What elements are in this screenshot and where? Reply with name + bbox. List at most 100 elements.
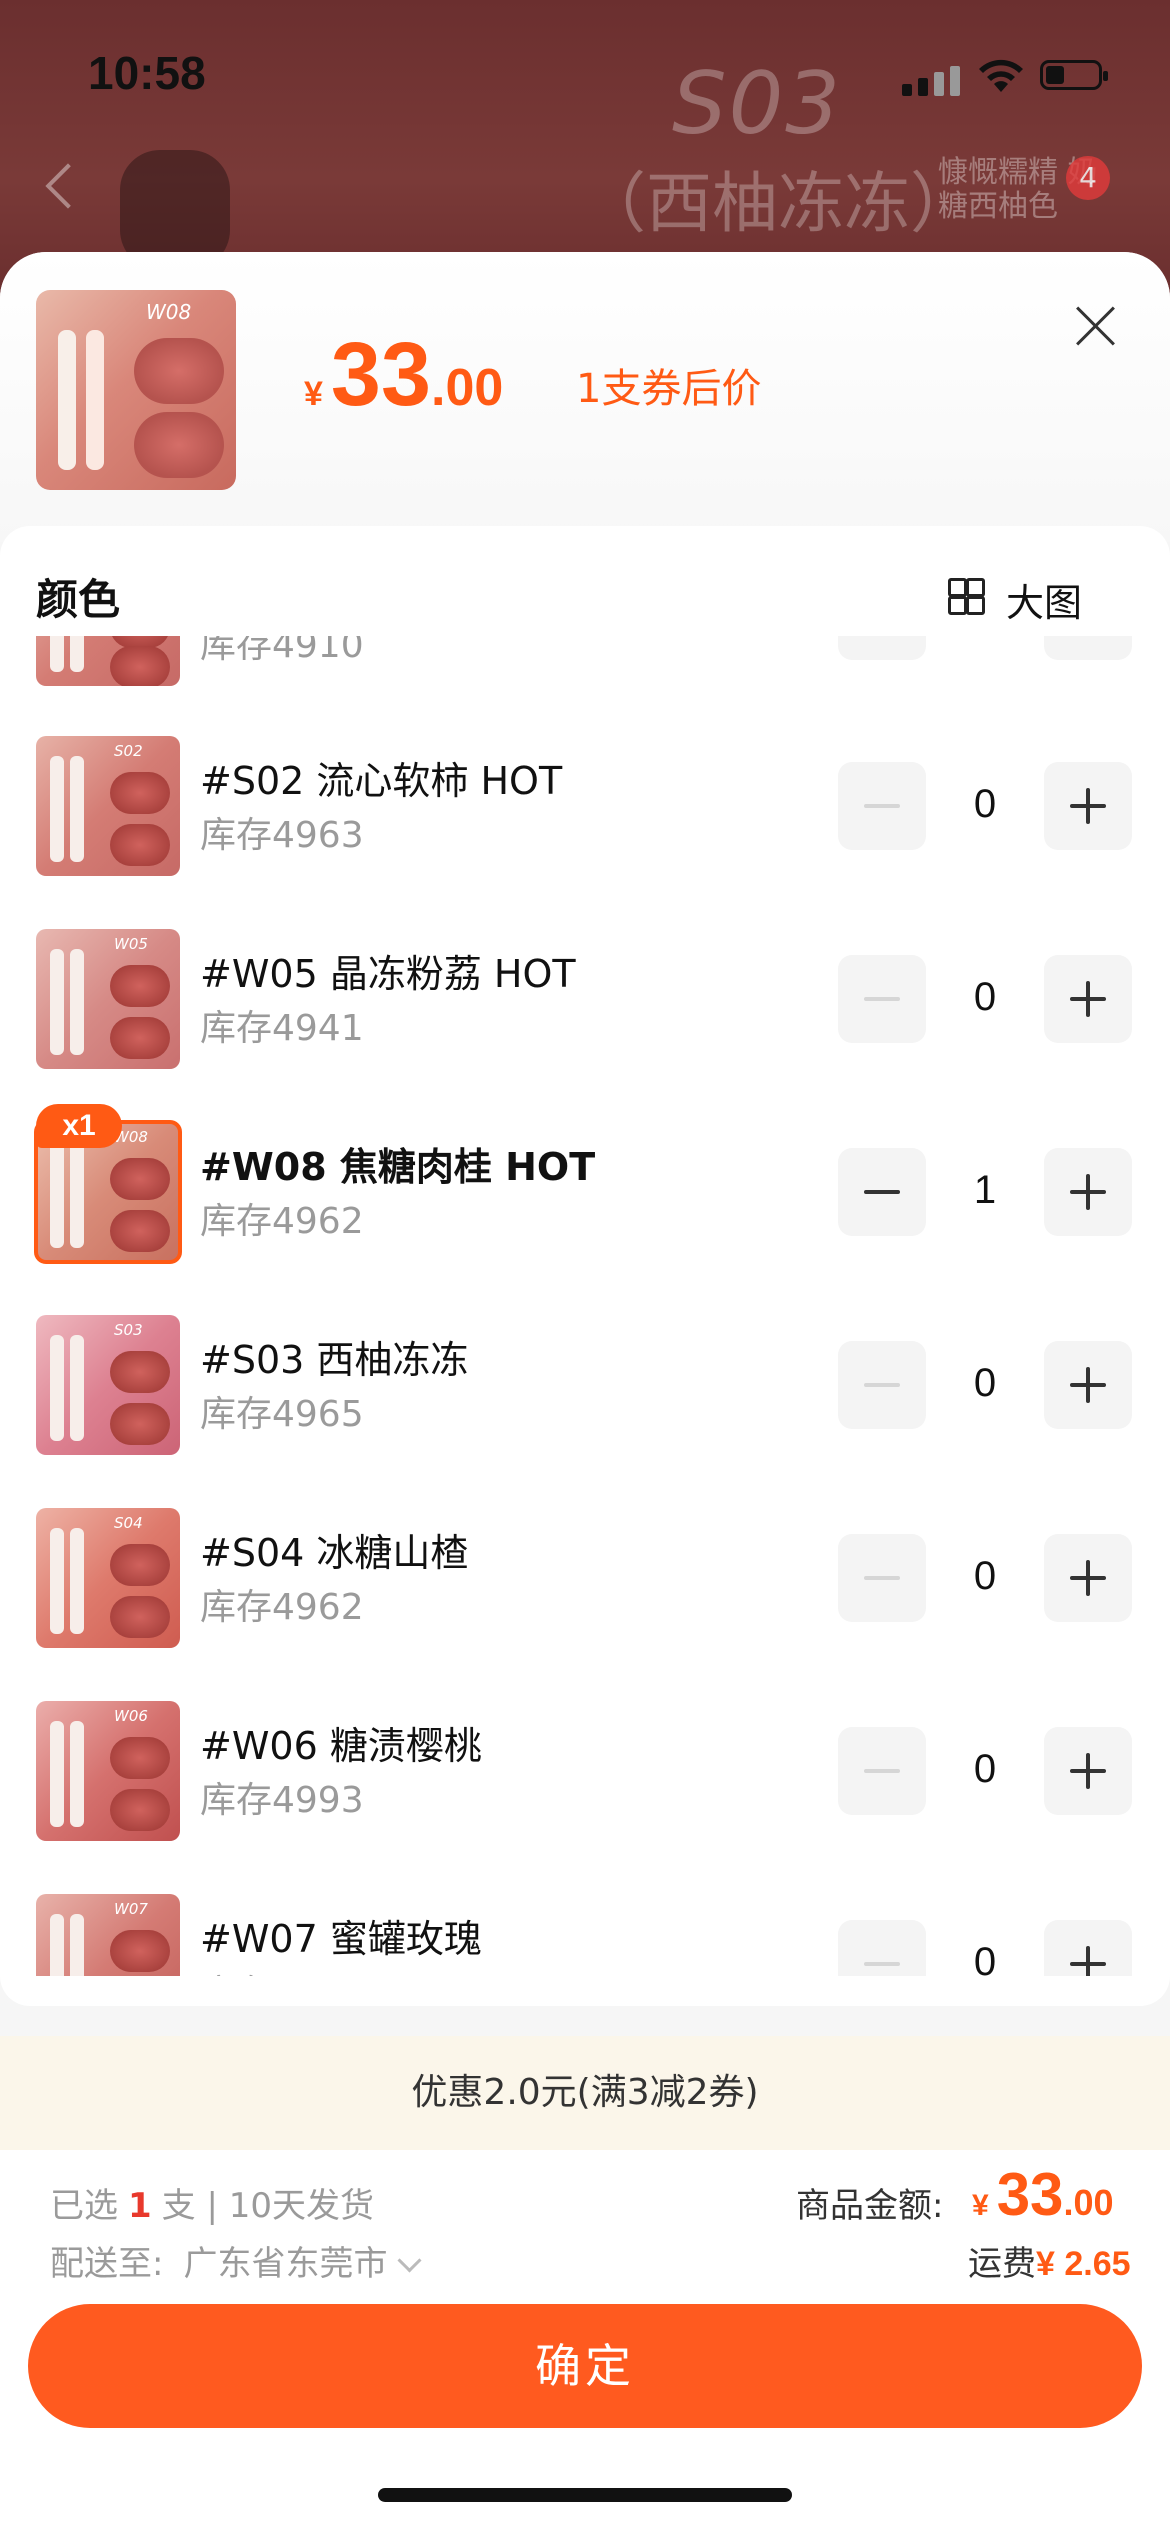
thumbnail-code: W05 [114,935,148,953]
item-quantity: 0 [973,1554,997,1598]
item-quantity: 0 [973,1361,997,1405]
increase-button[interactable] [1044,1534,1132,1622]
color-list[interactable]: 库存4910 S02 #S02 流心软柿 HOT 库存4963 0 W05 #W… [0,636,1170,1976]
section-title: 颜色 [36,575,121,624]
amount-label: 商品金额: [796,2186,944,2226]
selected-product-thumbnail[interactable]: W08 [36,290,236,490]
list-item[interactable]: 库存4910 [0,636,1170,696]
item-name: #S03 西柚冻冻 [200,1338,469,1382]
item-stock: 库存4963 [200,815,364,856]
item-name: #W07 蜜罐玫瑰 [200,1917,482,1961]
decrease-button[interactable] [838,1148,926,1236]
increase-button[interactable] [1044,1341,1132,1429]
chevron-down-icon [397,2248,422,2273]
selection-summary: 已选 1 支 | 10天发货 [50,2178,374,2227]
thumbnail-code: S02 [114,742,143,760]
item-stock: 库存4941 [200,1008,364,1049]
amount-symbol: ¥ [972,2189,989,2222]
list-item[interactable]: W06 #W06 糖渍樱桃 库存4993 0 [0,1701,1170,1851]
item-stock: 库存4993 [200,1780,364,1821]
decrease-button[interactable] [838,955,926,1043]
product-tube [58,330,76,470]
decrease-button[interactable] [838,1727,926,1815]
item-quantity: 0 [973,975,997,1019]
battery-icon [1040,60,1108,90]
item-stock: 库存4965 [200,1394,364,1435]
status-time: 10:58 [88,47,206,99]
item-thumbnail [36,636,180,686]
home-indicator[interactable] [378,2488,792,2502]
list-item[interactable]: S03 #S03 西柚冻冻 库存4965 0 [0,1315,1170,1465]
signal-bar [950,66,960,96]
item-stock: 库存4962 [200,1587,364,1628]
wifi-icon [979,59,1023,92]
item-thumbnail: S02 [36,736,180,876]
freight: 运费¥ 2.65 [968,2236,1131,2285]
signal-bar [918,78,928,96]
signal-bar [934,72,944,96]
item-quantity: 0 [973,1747,997,1791]
decrease-button[interactable] [838,636,926,660]
back-arrow-icon[interactable] [45,163,91,209]
thumbnail-code: W07 [114,1900,148,1918]
item-stock: 库存4975 [200,1964,364,1976]
list-item-selected[interactable]: x1 W08 #W08 焦糖肉桂 HOT 库存4962 1 [0,1104,1170,1272]
freight-label: 运费 [968,2244,1036,2284]
item-name: #W06 糖渍樱桃 [200,1724,482,1768]
list-item[interactable]: S04 #S04 冰糖山楂 库存4962 0 [0,1508,1170,1658]
big-view-toggle[interactable]: 大图 [948,572,1083,627]
item-name: #W05 晶冻粉荔 HOT [200,952,576,996]
list-item[interactable]: S02 #S02 流心软柿 HOT 库存4963 0 [0,736,1170,886]
increase-button[interactable] [1044,1148,1132,1236]
promo-banner: 优惠2.0元(满3减2券) [0,2036,1170,2150]
status-icons [902,56,1112,96]
background-product-subtitle: （西柚冻冻） [580,165,976,242]
decrease-button[interactable] [838,1341,926,1429]
list-item[interactable]: W07 #W07 蜜罐玫瑰 库存4975 0 [0,1894,1170,1976]
price-decimal: .00 [431,359,504,417]
item-stock: 库存4910 [200,636,364,666]
item-name: #S02 流心软柿 HOT [200,759,563,803]
thumbnail-code: W08 [146,300,192,324]
selected-suffix: 支 | 10天发货 [161,2186,375,2226]
lip-swatch [134,412,224,478]
background-product-code: S03 [672,54,843,154]
decrease-button[interactable] [838,762,926,850]
item-quantity: 0 [973,782,997,826]
item-thumbnail: W05 [36,929,180,1069]
color-panel: 颜色 大图 库存4910 S02 #S02 流心软柿 HOT 库存4963 0 … [0,526,1170,2006]
item-thumbnail: W06 [36,1701,180,1841]
list-item[interactable]: W05 #W05 晶冻粉荔 HOT 库存4941 0 [0,929,1170,1079]
increase-button[interactable] [1044,636,1132,660]
item-thumbnail: S03 [36,1315,180,1455]
selected-count-badge: x1 [36,1104,122,1148]
item-name: #W08 焦糖肉桂 HOT [200,1145,596,1189]
item-quantity: 1 [973,1168,997,1212]
decrease-button[interactable] [838,1534,926,1622]
decrease-button[interactable] [838,1920,926,1976]
amount-decimal: .00 [1063,2182,1114,2223]
ship-label: 配送至: [50,2244,164,2284]
increase-button[interactable] [1044,762,1132,850]
selected-prefix: 已选 [50,2186,118,2226]
thumbnail-code: S04 [114,1514,143,1532]
product-tube [86,330,104,470]
close-icon[interactable] [1074,304,1118,348]
delivery-address-row[interactable]: 配送至: 广东省东莞市 [50,2236,422,2285]
thumbnail-code: S03 [114,1321,143,1339]
item-thumbnail: W07 [36,1894,180,1976]
grid-icon [948,578,985,615]
item-quantity: 0 [973,1940,997,1976]
price-note: 1支券后价 [576,366,762,412]
item-stock: 库存4962 [200,1201,364,1242]
price: ¥33.00 [304,324,503,427]
ship-address: 广东省东莞市 [183,2244,388,2284]
freight-value: ¥ 2.65 [1036,2245,1131,2283]
cart-count-badge: 4 [1066,156,1110,200]
increase-button[interactable] [1044,1920,1132,1976]
increase-button[interactable] [1044,955,1132,1043]
increase-button[interactable] [1044,1727,1132,1815]
confirm-button[interactable]: 确定 [28,2304,1142,2428]
thumbnail-code: W06 [114,1707,148,1725]
big-view-label: 大图 [1006,581,1083,625]
